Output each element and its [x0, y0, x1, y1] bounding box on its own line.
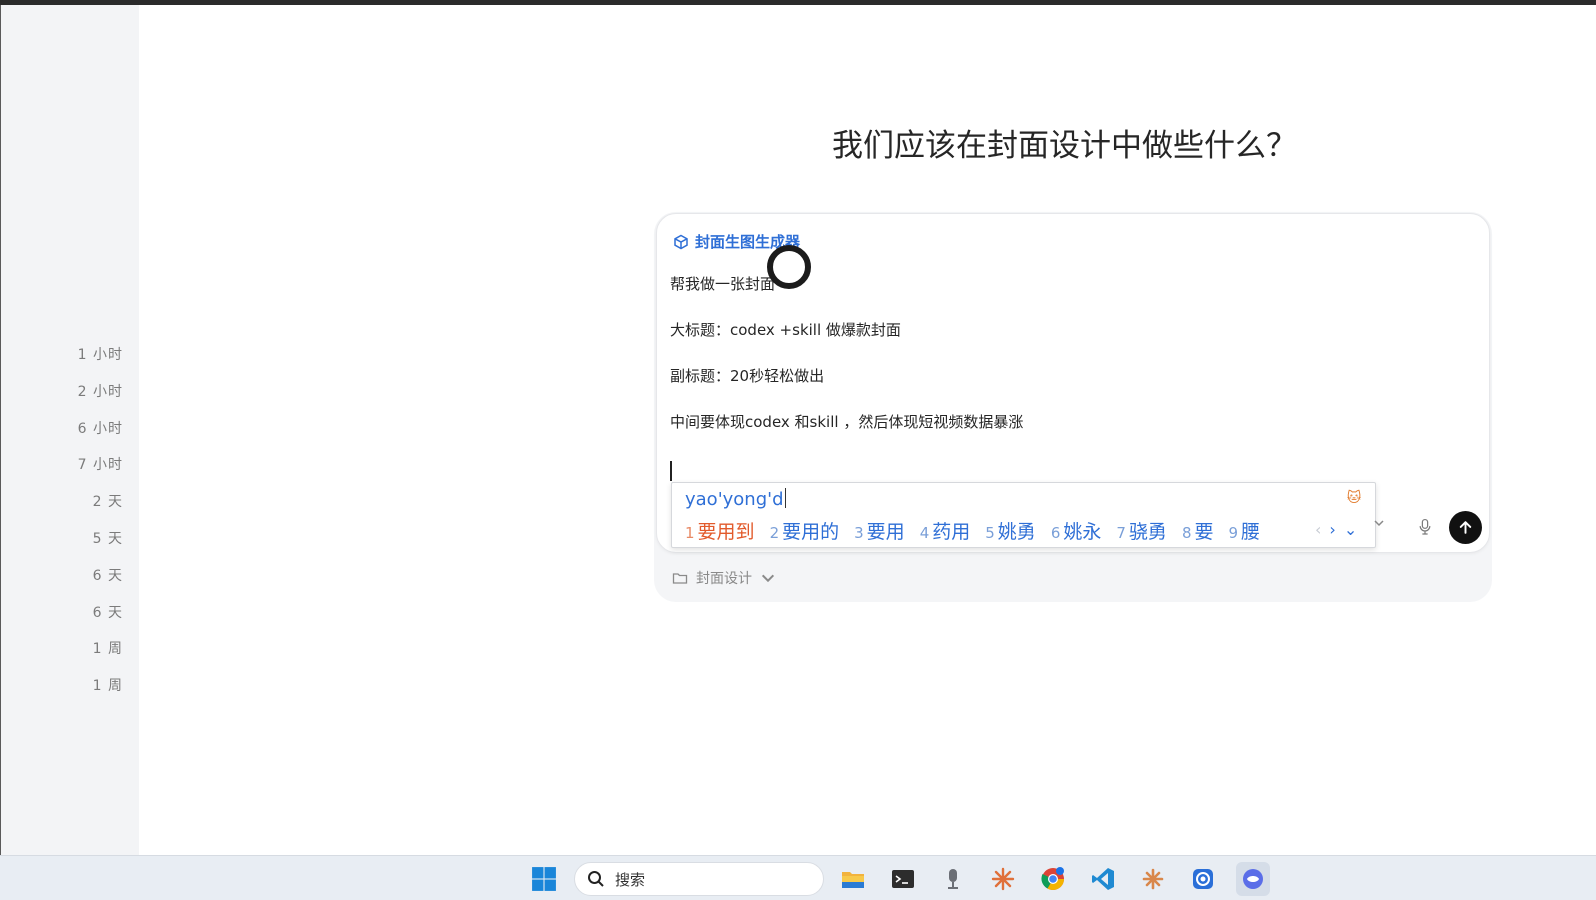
cube-icon — [674, 234, 688, 249]
ime-candidate-list: 1 要用到 2 要用的 3 要用 4 药用 5 姚勇 6 姚永 7 骁勇 8要 9腰 — [685, 517, 1275, 544]
ime-candidate-window[interactable]: yao'yong'd 🐱 1 要用到 2 要用的 3 要用 4 药用 5 姚勇 6 姚永 7… — [671, 482, 1376, 548]
windows-start-icon[interactable] — [527, 862, 561, 896]
message-line-3: 副标题：20秒轻松做出 — [670, 367, 825, 385]
history-time-2[interactable]: 2 小时 — [1, 381, 123, 418]
settings-app-icon[interactable] — [1186, 862, 1220, 896]
ime-next-page-icon[interactable]: › — [1329, 520, 1335, 539]
ime-candidate[interactable]: 8要 — [1182, 517, 1214, 544]
sparkle-app-icon[interactable] — [986, 862, 1020, 896]
history-time-6[interactable]: 5 天 — [1, 528, 123, 565]
project-label: 封面设计 — [696, 571, 752, 587]
text-caret — [670, 461, 672, 481]
sidebar: 1 小时 2 小时 6 小时 7 小时 2 天 5 天 6 天 6 天 1 周 … — [1, 5, 139, 855]
history-time-8[interactable]: 6 天 — [1, 602, 123, 639]
folder-icon — [672, 573, 688, 584]
arrow-up-icon — [1459, 521, 1472, 534]
taskbar-search-label: 搜索 — [615, 870, 646, 889]
history-time-list: 1 小时 2 小时 6 小时 7 小时 2 天 5 天 6 天 6 天 1 周 … — [1, 344, 123, 712]
taskbar-search[interactable]: 搜索 — [574, 862, 824, 896]
history-time-10[interactable]: 1 周 — [1, 675, 123, 712]
history-time-9[interactable]: 1 周 — [1, 638, 123, 675]
ime-prev-page-icon[interactable]: ‹ — [1315, 520, 1321, 539]
mouse-cursor-ring — [767, 245, 811, 289]
window-top-border — [0, 0, 1596, 5]
ime-candidate[interactable]: 3 要用 — [854, 517, 905, 544]
file-explorer-icon[interactable] — [836, 862, 870, 896]
ime-candidate[interactable]: 6 姚永 — [1051, 517, 1102, 544]
ime-candidate[interactable]: 4 药用 — [920, 517, 971, 544]
page-title: 我们应该在封面设计中做些什么？ — [832, 128, 1297, 164]
project-selector[interactable]: 封面设计 — [672, 568, 776, 588]
ime-candidate[interactable]: 2 要用的 — [770, 517, 840, 544]
message-line-4: 中间要体现codex 和skill ，然后体现短视频数据暴涨 — [670, 413, 1024, 431]
history-time-3[interactable]: 6 小时 — [1, 418, 123, 455]
taskbar: 搜索 — [0, 855, 1596, 900]
chat-app-icon[interactable] — [1236, 862, 1270, 896]
message-line-2: 大标题：codex +skill 做爆款封面 — [670, 321, 901, 339]
ime-candidate[interactable]: 5 姚勇 — [985, 517, 1036, 544]
history-time-5[interactable]: 2 天 — [1, 491, 123, 528]
vscode-icon[interactable] — [1086, 862, 1120, 896]
send-button[interactable] — [1449, 511, 1482, 544]
ime-candidate[interactable]: 9腰 — [1229, 517, 1261, 544]
chevron-down-icon — [761, 574, 775, 583]
message-line-1: 帮我做一张封面 — [670, 275, 776, 293]
ime-mascot-icon: 🐱 — [1346, 490, 1362, 506]
ime-candidate[interactable]: 7 骁勇 — [1116, 517, 1167, 544]
search-icon — [588, 871, 604, 887]
history-time-4[interactable]: 7 小时 — [1, 454, 123, 491]
ime-page-nav: ‹ › ⌄ — [1315, 520, 1357, 539]
history-time-7[interactable]: 6 天 — [1, 565, 123, 602]
model-dropdown-chevron-icon[interactable] — [1370, 514, 1388, 532]
microphone-icon[interactable] — [1415, 516, 1435, 538]
terminal-icon[interactable] — [886, 862, 920, 896]
history-time-1[interactable]: 1 小时 — [1, 344, 123, 381]
ime-candidate[interactable]: 1 要用到 — [685, 517, 755, 544]
claude-icon[interactable] — [1136, 862, 1170, 896]
ime-composition-text: yao'yong'd — [685, 488, 786, 510]
chrome-icon[interactable] — [1036, 862, 1070, 896]
microphone-app-icon[interactable] — [936, 862, 970, 896]
ime-expand-icon[interactable]: ⌄ — [1344, 520, 1357, 539]
